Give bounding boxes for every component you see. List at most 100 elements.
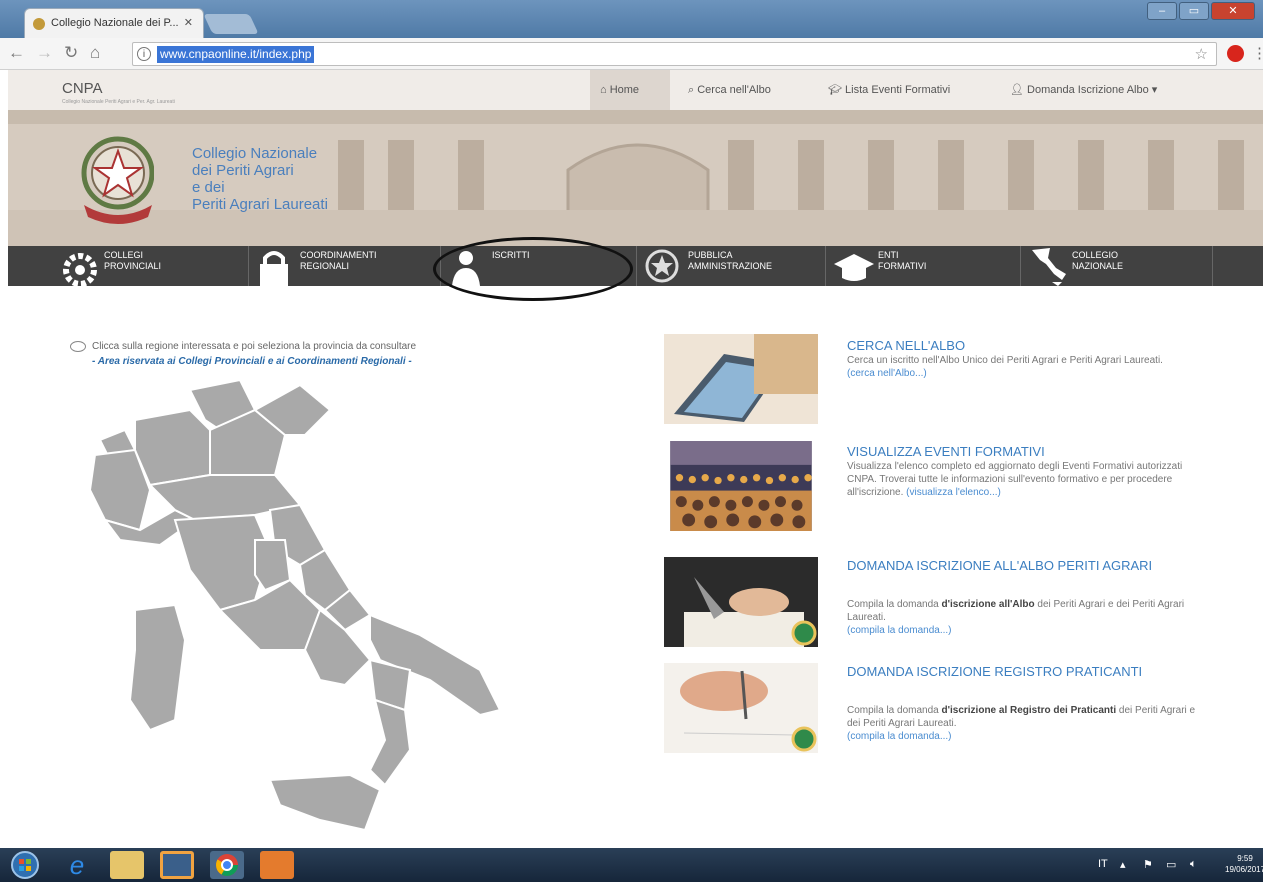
network-icon[interactable]: ▭ bbox=[1166, 858, 1176, 871]
clock-date: 19/06/2017 bbox=[1225, 865, 1263, 874]
region-sicilia bbox=[268, 773, 382, 832]
card-cerca-albo-text: Cerca un iscritto nell'Albo Unico dei Pe… bbox=[847, 354, 1197, 380]
taskbar-clock[interactable]: 9:59 19/06/2017 bbox=[1225, 853, 1263, 875]
nav-home-label: Home bbox=[609, 84, 640, 96]
info-icon[interactable]: i bbox=[137, 47, 151, 61]
start-button-icon[interactable] bbox=[8, 851, 42, 879]
card-iscrizione-albo-bold: d'iscrizione all'Albo bbox=[941, 599, 1035, 610]
band-divider bbox=[1020, 246, 1021, 286]
band-collegi-label: COLLEGI PROVINCIALI bbox=[104, 250, 162, 271]
browser-toolbar: ← → ↻ ⌂ i www.cnpaonline.it/index.php ☆ bbox=[0, 38, 1263, 70]
band-divider bbox=[248, 246, 249, 286]
band-enti-label: ENTI FORMATIVI bbox=[878, 250, 927, 271]
region-sardegna bbox=[128, 603, 187, 732]
graduation-cap-icon bbox=[834, 254, 874, 281]
card-cerca-albo-link[interactable]: (cerca nell'Albo...) bbox=[847, 368, 927, 379]
browser-tab[interactable]: Collegio Nazionale dei P... ✕ bbox=[24, 8, 204, 38]
new-tab-button[interactable] bbox=[203, 14, 259, 34]
nav-eventi-formativi[interactable]: 🎓︎ Lista Eventi Formativi bbox=[828, 70, 950, 110]
maximize-button[interactable]: ▭ bbox=[1179, 2, 1209, 20]
site-brand[interactable]: CNPA bbox=[62, 80, 103, 97]
card-registro-pre: Compila la domanda bbox=[847, 705, 942, 716]
internet-explorer-icon[interactable]: e bbox=[60, 851, 94, 879]
band-enti-formativi[interactable]: ENTI FORMATIVI bbox=[830, 246, 1018, 286]
browser-menu-icon[interactable]: ⋮ bbox=[1252, 44, 1263, 62]
card-eventi-title[interactable]: VISUALIZZA EVENTI FORMATIVI bbox=[847, 444, 1045, 459]
card-iscrizione-albo-text: Compila la domanda d'iscrizione all'Albo… bbox=[847, 598, 1197, 637]
card-registro-praticanti-text: Compila la domanda d'iscrizione al Regis… bbox=[847, 704, 1197, 743]
card-iscrizione-albo-link[interactable]: (compila la domanda...) bbox=[847, 625, 952, 636]
reload-icon[interactable]: ↻ bbox=[64, 43, 78, 63]
card-cerca-albo-title[interactable]: CERCA NELL'ALBO bbox=[847, 338, 965, 353]
action-center-flag-icon[interactable]: ⚑ bbox=[1143, 858, 1153, 871]
address-bar[interactable]: i www.cnpaonline.it/index.php ☆ bbox=[132, 42, 1217, 66]
band-collegi-provinciali[interactable]: COLLEGI PROVINCIALI bbox=[56, 246, 246, 286]
nav-cerca-albo[interactable]: ⌕ Cerca nell'Albo bbox=[688, 70, 771, 110]
republic-emblem-logo bbox=[81, 136, 154, 224]
chrome-icon[interactable] bbox=[210, 851, 244, 879]
outlook-icon[interactable] bbox=[260, 851, 294, 879]
lock-icon bbox=[260, 251, 288, 286]
card-registro-bold: d'iscrizione al Registro dei Praticanti bbox=[941, 705, 1117, 716]
adblock-icon[interactable] bbox=[1227, 45, 1244, 62]
map-instruction: Clicca sulla regione interessata e poi s… bbox=[70, 341, 416, 352]
gear-icon bbox=[63, 253, 97, 286]
writing-hand-image[interactable] bbox=[664, 663, 818, 753]
card-iscrizione-albo-title[interactable]: DOMANDA ISCRIZIONE ALL'ALBO PERITI AGRAR… bbox=[847, 558, 1197, 574]
highlight-annotation-ellipse bbox=[433, 237, 633, 301]
window-controls: – ▭ ✕ bbox=[1147, 2, 1255, 20]
region-lombardia bbox=[134, 408, 211, 487]
media-player-icon[interactable] bbox=[160, 851, 194, 879]
card-eventi-text: Visualizza l'elenco completo ed aggiorna… bbox=[847, 460, 1197, 499]
nav-domanda-iscrizione[interactable]: 👤︎ Domanda Iscrizione Albo ▾ bbox=[1010, 70, 1157, 110]
graduation-cap-icon: 🎓︎ bbox=[828, 84, 846, 96]
map-restricted-notice: - Area riservata ai Collegi Provinciali … bbox=[92, 356, 412, 367]
hero-title-line-4: Periti Agrari Laureati bbox=[192, 196, 328, 213]
band-pubblica-amministrazione[interactable]: PUBBLICA AMMINISTRAZIONE bbox=[640, 246, 824, 286]
region-calabria bbox=[368, 698, 412, 787]
band-pubblica-label: PUBBLICA AMMINISTRAZIONE bbox=[688, 250, 773, 271]
nav-eventi-label: Lista Eventi Formativi bbox=[845, 84, 951, 96]
file-explorer-icon[interactable] bbox=[110, 851, 144, 879]
map-instruction-text: Clicca sulla regione interessata e poi s… bbox=[92, 341, 417, 353]
language-indicator[interactable]: IT bbox=[1098, 858, 1108, 870]
close-window-button[interactable]: ✕ bbox=[1211, 2, 1255, 20]
card-eventi-link[interactable]: (visualizza l'elenco...) bbox=[906, 487, 1001, 498]
bookmark-star-icon[interactable]: ☆ bbox=[1195, 45, 1208, 63]
minimize-button[interactable]: – bbox=[1147, 2, 1177, 20]
hero-title-line-2: dei Periti Agrari bbox=[192, 162, 294, 179]
nav-domanda-label: Domanda Iscrizione Albo bbox=[1027, 84, 1149, 96]
laptop-image[interactable] bbox=[664, 334, 818, 424]
speech-bubble-icon bbox=[70, 341, 86, 352]
card-registro-link[interactable]: (compila la domanda...) bbox=[847, 731, 952, 742]
band-collegio-nazionale[interactable]: COLLEGIO NAZIONALE bbox=[1024, 246, 1210, 286]
back-icon[interactable]: ← bbox=[8, 43, 25, 63]
nav-cerca-albo-label: Cerca nell'Albo bbox=[697, 84, 771, 96]
hero-title-line-3: e dei bbox=[192, 179, 225, 196]
volume-icon[interactable]: 🔈︎ bbox=[1190, 858, 1197, 871]
clock-time: 9:59 bbox=[1237, 854, 1253, 863]
close-tab-icon[interactable]: ✕ bbox=[184, 16, 193, 29]
tray-expand-icon[interactable]: ▴ bbox=[1120, 858, 1126, 871]
italy-icon bbox=[1032, 248, 1066, 286]
card-iscrizione-albo-pre: Compila la domanda bbox=[847, 599, 942, 610]
tab-title: Collegio Nazionale dei P... bbox=[51, 17, 179, 29]
band-divider bbox=[1212, 246, 1213, 286]
home-icon: ⌂ bbox=[600, 84, 610, 96]
user-add-icon: 👤︎ bbox=[1010, 84, 1028, 96]
home-icon[interactable]: ⌂ bbox=[90, 43, 100, 63]
card-cerca-albo-body: Cerca un iscritto nell'Albo Unico dei Pe… bbox=[847, 355, 1163, 366]
emblem-icon bbox=[645, 249, 679, 283]
italy-regions-map[interactable] bbox=[80, 380, 510, 840]
forward-icon[interactable]: → bbox=[36, 43, 53, 63]
nav-home[interactable]: ⌂ Home bbox=[590, 70, 670, 110]
hero-title-line-1: Collegio Nazionale bbox=[192, 145, 318, 162]
band-divider bbox=[825, 246, 826, 286]
signing-document-image[interactable] bbox=[664, 557, 818, 647]
band-coordinamenti-regionali[interactable]: COORDINAMENTI REGIONALI bbox=[252, 246, 438, 286]
chevron-down-icon: ▾ bbox=[1148, 84, 1158, 96]
conference-audience-image[interactable] bbox=[664, 441, 818, 531]
card-registro-praticanti-title[interactable]: DOMANDA ISCRIZIONE REGISTRO PRATICANTI bbox=[847, 664, 1197, 680]
address-url[interactable]: www.cnpaonline.it/index.php bbox=[157, 46, 315, 63]
site-brand-subtitle: Collegio Nazionale Periti Agrari e Per. … bbox=[62, 99, 175, 105]
